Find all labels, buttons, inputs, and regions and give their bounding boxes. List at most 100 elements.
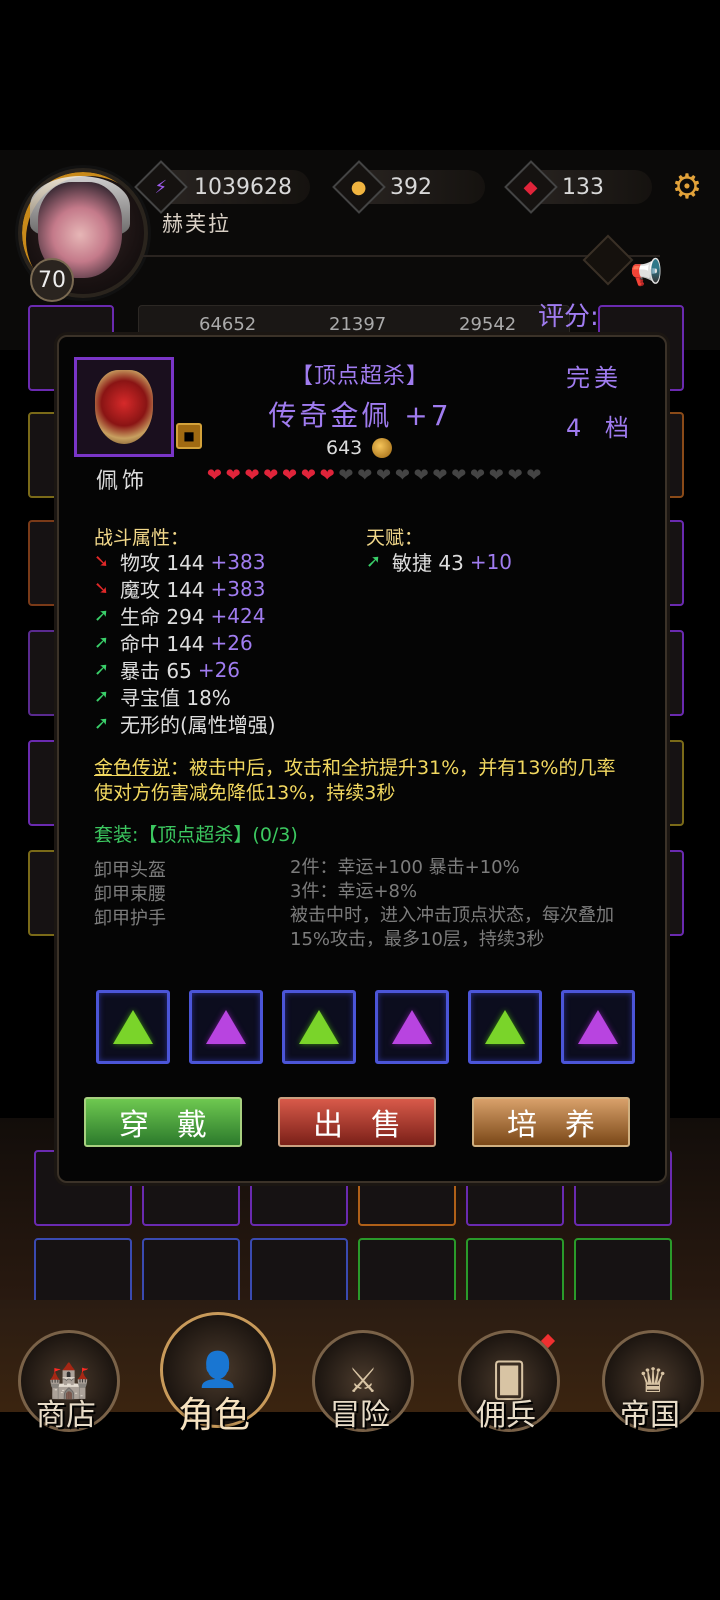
- slot-label: 佩饰: [96, 469, 149, 494]
- heart-filled-icon: ❤: [263, 465, 279, 486]
- stat-row: ➘ 魔攻 144 +383: [94, 575, 276, 603]
- combat-heading: 战斗属性：: [94, 527, 190, 549]
- set-piece: 卸甲护手: [94, 908, 166, 929]
- combat-stat-list: ➘ 物攻 144 +383 ➘ 魔攻 144 +383 ➚ 生命 294 +424 ➚ 命中 144…: [94, 548, 276, 738]
- set-bonus: 3件：幸运+8%: [290, 881, 418, 902]
- stat-label: 寻宝值 18%: [120, 686, 231, 710]
- train-button[interactable]: 培养: [472, 1097, 630, 1147]
- gem-socket[interactable]: [468, 990, 542, 1064]
- set-bonus: 2件：幸运+100 暴击+10%: [290, 857, 520, 878]
- heart-empty-icon: ❤: [376, 465, 392, 486]
- set-bonus: 被击中时，进入冲击顶点状态，每次叠加15%攻击，最多10层，持续3秒: [290, 905, 614, 950]
- power-value: 1039628: [194, 174, 292, 200]
- stat-row: ➚ 敏捷 43 +10: [366, 548, 513, 576]
- legend-effect: 金色传说：被击中后，攻击和全抗提升31%，并有13%的几率使对方伤害减免降低13…: [94, 756, 634, 806]
- gem-socket[interactable]: [282, 990, 356, 1064]
- price: 643: [326, 437, 393, 459]
- arrow-up-icon: ➚: [94, 686, 110, 707]
- heart-empty-icon: ❤: [507, 465, 523, 486]
- stat-row: ➚ 寻宝值 18%: [94, 683, 276, 710]
- stat-label: 无形的(属性增强): [120, 713, 276, 737]
- stat-label: 魔攻 144: [120, 578, 205, 602]
- talent-stat-list: ➚ 敏捷 43 +10: [366, 548, 513, 576]
- heart-filled-icon: ❤: [300, 465, 316, 486]
- coin-icon: [372, 438, 393, 458]
- settings-gear-icon[interactable]: ⚙: [670, 170, 704, 204]
- arrow-down-icon: ➘: [94, 551, 110, 572]
- sell-button[interactable]: 出售: [278, 1097, 436, 1147]
- gem-sockets: [96, 990, 635, 1064]
- green-gem-icon: [485, 1010, 525, 1044]
- gem-value: 133: [562, 174, 604, 200]
- gem-display: ◆ 133: [504, 160, 652, 214]
- divider: [140, 255, 660, 257]
- heart-empty-icon: ❤: [526, 465, 542, 486]
- stat-label: 敏捷 43: [392, 551, 464, 575]
- tier-label: 4 档: [566, 414, 637, 442]
- set-piece: 卸甲头盔: [94, 860, 166, 881]
- nav-label-empire[interactable]: 帝国: [590, 1390, 710, 1434]
- stat-label: 命中 144: [120, 632, 205, 656]
- enhance-hearts: ❤ ❤ ❤ ❤ ❤ ❤ ❤ ❤ ❤ ❤ ❤ ❤ ❤ ❤ ❤ ❤ ❤ ❤: [205, 467, 543, 485]
- gold-value: 392: [390, 174, 432, 200]
- megaphone-icon[interactable]: 📢: [630, 258, 662, 288]
- power-display: ⚡ 1039628: [134, 160, 310, 214]
- stat-strip-value: 21397: [329, 314, 387, 335]
- purple-gem-icon: [206, 1010, 246, 1044]
- legend-head: 金色传说: [94, 757, 171, 779]
- talent-heading: 天赋：: [366, 527, 424, 549]
- player-name: 赫芙拉: [162, 212, 231, 236]
- stat-row: ➚ 暴击 65 +26: [94, 656, 276, 684]
- gem-socket[interactable]: [96, 990, 170, 1064]
- stat-bonus: +383: [210, 549, 266, 574]
- purple-gem-icon: [392, 1010, 432, 1044]
- arrow-up-icon: ➚: [94, 659, 110, 680]
- gem-socket[interactable]: [189, 990, 263, 1064]
- heart-empty-icon: ❤: [470, 465, 486, 486]
- heart-empty-icon: ❤: [488, 465, 504, 486]
- stat-strip-value: 64652: [199, 314, 257, 335]
- arrow-up-icon: ➚: [94, 713, 110, 734]
- heart-filled-icon: ❤: [225, 465, 241, 486]
- heart-filled-icon: ❤: [319, 465, 335, 486]
- stat-row: ➚ 无形的(属性增强): [94, 710, 276, 737]
- heart-filled-icon: ❤: [244, 465, 260, 486]
- price-value: 643: [326, 437, 363, 459]
- gem-socket[interactable]: [375, 990, 449, 1064]
- gold-display: ● 392: [332, 160, 485, 214]
- arrow-up-icon: ➚: [94, 632, 110, 653]
- set-piece: 卸甲束腰: [94, 884, 166, 905]
- stat-label: 物攻 144: [120, 551, 205, 575]
- stat-label: 生命 294: [120, 605, 205, 629]
- nav-label-adventure[interactable]: 冒险: [300, 1390, 420, 1434]
- set-line: 套装:【顶点超杀】(0/3): [94, 824, 298, 846]
- heart-filled-icon: ❤: [206, 465, 222, 486]
- nav-label-mercenary[interactable]: 佣兵: [446, 1390, 566, 1434]
- legend-text: ：被击中后，攻击和全抗提升31%，并有13%的几率使对方伤害减免降低13%，持续…: [94, 757, 616, 804]
- green-gem-icon: [113, 1010, 153, 1044]
- stat-row: ➚ 生命 294 +424: [94, 602, 276, 630]
- heart-empty-icon: ❤: [432, 465, 448, 486]
- stat-bonus: +424: [210, 603, 266, 628]
- stat-bonus: +26: [197, 657, 241, 682]
- heart-filled-icon: ❤: [282, 465, 298, 486]
- stat-bonus: +383: [210, 576, 266, 601]
- stat-label: 暴击 65: [120, 659, 192, 683]
- purple-gem-icon: [578, 1010, 618, 1044]
- level-badge: 70: [30, 258, 74, 302]
- equip-button[interactable]: 穿戴: [84, 1097, 242, 1147]
- heart-empty-icon: ❤: [413, 465, 429, 486]
- green-gem-icon: [299, 1010, 339, 1044]
- stat-bonus: +10: [469, 549, 513, 574]
- stat-row: ➘ 物攻 144 +383: [94, 548, 276, 576]
- arrow-up-icon: ➚: [366, 551, 382, 572]
- stat-bonus: +26: [210, 630, 253, 655]
- arrow-up-icon: ➚: [94, 605, 110, 626]
- heart-empty-icon: ❤: [451, 465, 467, 486]
- stat-row: ➚ 命中 144 +26: [94, 629, 276, 657]
- nav-label-shop[interactable]: 商店: [6, 1390, 126, 1434]
- nav-label-character[interactable]: 角色: [154, 1386, 274, 1438]
- gem-socket[interactable]: [561, 990, 635, 1064]
- heart-empty-icon: ❤: [394, 465, 410, 486]
- stat-strip-value: 29542: [459, 314, 517, 335]
